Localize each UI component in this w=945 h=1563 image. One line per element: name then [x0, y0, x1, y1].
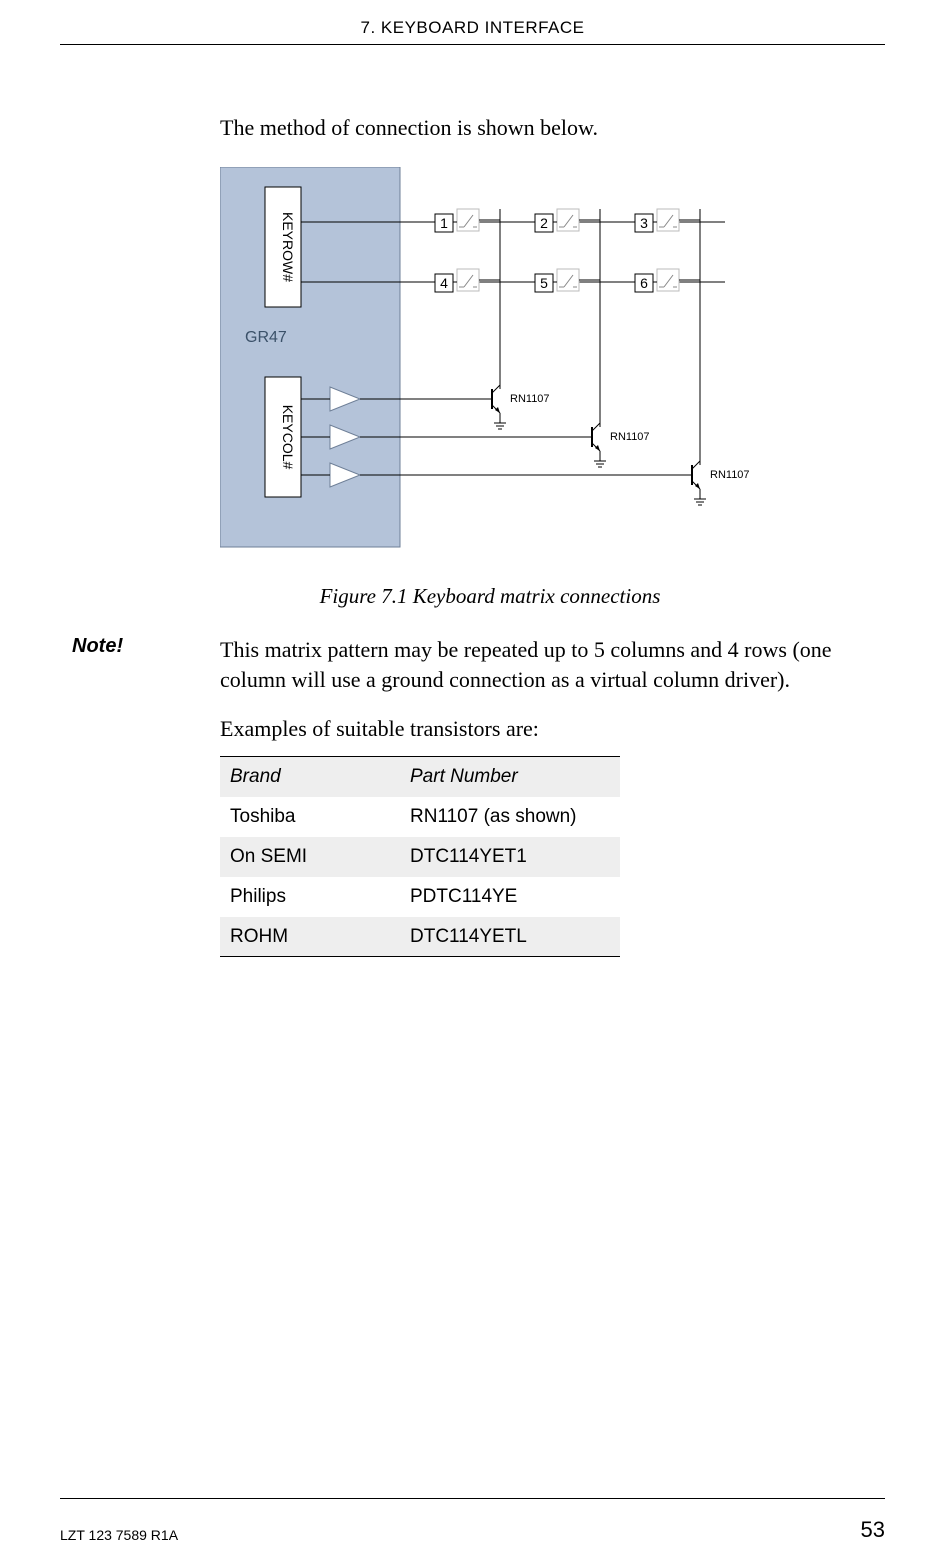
table-header-row: Brand Part Number — [220, 757, 620, 797]
gr47-label: GR47 — [245, 329, 287, 346]
key-2-label: 2 — [540, 215, 548, 231]
figure-caption: Figure 7.1 Keyboard matrix connections — [220, 584, 760, 609]
key-1: 1 — [435, 209, 479, 232]
cell-brand: Toshiba — [220, 797, 400, 837]
running-header: 7. KEYBOARD INTERFACE — [0, 0, 945, 38]
cell-brand: Philips — [220, 877, 400, 917]
key-5-label: 5 — [540, 275, 548, 291]
table-header-brand: Brand — [220, 757, 400, 797]
table-header-part: Part Number — [400, 757, 620, 797]
page-number: 53 — [861, 1517, 885, 1543]
cell-part: DTC114YETL — [400, 917, 620, 957]
key-6: 6 — [635, 269, 679, 292]
note-label: Note! — [60, 635, 220, 694]
switch-icon — [457, 269, 479, 291]
transistor-2-label: RN1107 — [610, 431, 650, 443]
gr47-block — [220, 167, 400, 547]
key-5: 5 — [535, 269, 579, 292]
key-3-label: 3 — [640, 215, 648, 231]
footer-rule — [60, 1498, 885, 1499]
transistor-icon-1 — [485, 385, 506, 429]
page: 7. KEYBOARD INTERFACE The method of conn… — [0, 0, 945, 1563]
transistor-1-label: RN1107 — [510, 393, 550, 405]
transistor-3-label: RN1107 — [710, 469, 750, 481]
examples-intro: Examples of suitable transistors are: — [220, 716, 885, 742]
cell-part: PDTC114YE — [400, 877, 620, 917]
switch-icon — [457, 209, 479, 231]
key-3: 3 — [635, 209, 679, 232]
key-2: 2 — [535, 209, 579, 232]
note-text: This matrix pattern may be repeated up t… — [220, 635, 885, 694]
doc-id: LZT 123 7589 R1A — [60, 1527, 178, 1543]
figure-7-1: KEYROW# KEYCOL# GR47 — [220, 167, 885, 562]
table-row: On SEMI DTC114YET1 — [220, 837, 620, 877]
key-4-label: 4 — [440, 275, 448, 291]
transistor-icon-3 — [685, 461, 706, 505]
cell-part: RN1107 (as shown) — [400, 797, 620, 837]
table-row: Toshiba RN1107 (as shown) — [220, 797, 620, 837]
key-6-label: 6 — [640, 275, 648, 291]
keyrow-label: KEYROW# — [280, 212, 296, 282]
keyboard-matrix-diagram: KEYROW# KEYCOL# GR47 — [220, 167, 760, 557]
switch-icon — [557, 209, 579, 231]
key-1-label: 1 — [440, 215, 448, 231]
switch-icon — [557, 269, 579, 291]
transistor-icon-2 — [585, 423, 606, 467]
switch-icon — [657, 209, 679, 231]
page-footer: LZT 123 7589 R1A 53 — [60, 1517, 885, 1543]
note-block: Note! This matrix pattern may be repeate… — [60, 635, 885, 694]
header-rule — [60, 44, 885, 45]
table-row: ROHM DTC114YETL — [220, 917, 620, 957]
page-body: The method of connection is shown below.… — [60, 115, 885, 957]
transistor-table: Brand Part Number Toshiba RN1107 (as sho… — [220, 756, 620, 957]
cell-part: DTC114YET1 — [400, 837, 620, 877]
key-4: 4 — [435, 269, 479, 292]
cell-brand: ROHM — [220, 917, 400, 957]
keycol-label: KEYCOL# — [280, 405, 296, 470]
table-row: Philips PDTC114YE — [220, 877, 620, 917]
intro-paragraph: The method of connection is shown below. — [220, 115, 885, 141]
cell-brand: On SEMI — [220, 837, 400, 877]
switch-icon — [657, 269, 679, 291]
